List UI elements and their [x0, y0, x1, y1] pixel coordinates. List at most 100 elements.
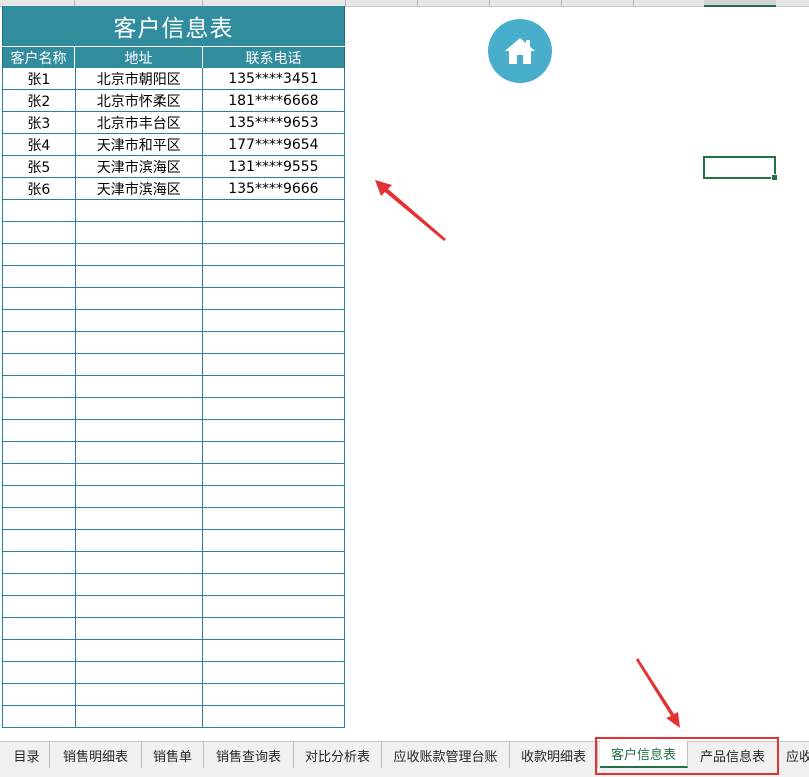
- empty-cell[interactable]: [3, 354, 75, 375]
- sheet-tab-receivables-partial[interactable]: 应收: [786, 742, 809, 768]
- empty-cell[interactable]: [3, 398, 75, 419]
- cell-address[interactable]: 天津市滨海区: [74, 156, 202, 177]
- empty-cell[interactable]: [3, 618, 75, 639]
- empty-cell[interactable]: [74, 508, 202, 529]
- empty-cell[interactable]: [201, 662, 344, 683]
- empty-cell[interactable]: [201, 574, 344, 595]
- sheet-tab-receipt-detail[interactable]: 收款明细表: [510, 742, 598, 768]
- cell-phone[interactable]: 177****9654: [201, 134, 344, 155]
- empty-cell[interactable]: [3, 574, 75, 595]
- empty-cell[interactable]: [201, 310, 344, 331]
- empty-cell[interactable]: [201, 288, 344, 309]
- sheet-tab-sales-detail[interactable]: 销售明细表: [50, 742, 142, 768]
- empty-cell[interactable]: [74, 310, 202, 331]
- cell-customer-name[interactable]: 张1: [3, 68, 75, 89]
- header-customer-name[interactable]: 客户名称: [2, 47, 74, 68]
- cell-phone[interactable]: 135****9666: [201, 178, 344, 199]
- cell-customer-name[interactable]: 张5: [3, 156, 75, 177]
- empty-cell[interactable]: [74, 244, 202, 265]
- empty-cell[interactable]: [3, 376, 75, 397]
- empty-cell[interactable]: [201, 420, 344, 441]
- empty-cell[interactable]: [201, 618, 344, 639]
- cell-address[interactable]: 天津市和平区: [74, 134, 202, 155]
- empty-cell[interactable]: [201, 200, 344, 221]
- empty-cell[interactable]: [74, 662, 202, 683]
- empty-cell[interactable]: [74, 288, 202, 309]
- empty-cell[interactable]: [74, 266, 202, 287]
- cell-customer-name[interactable]: 张2: [3, 90, 75, 111]
- empty-cell[interactable]: [201, 706, 344, 727]
- sheet-tab-receivables-ledger[interactable]: 应收账款管理台账: [382, 742, 510, 768]
- home-button[interactable]: [488, 19, 552, 83]
- sheet-tab-sales-order[interactable]: 销售单: [142, 742, 204, 768]
- empty-cell[interactable]: [3, 552, 75, 573]
- empty-cell[interactable]: [3, 442, 75, 463]
- empty-cell[interactable]: [201, 244, 344, 265]
- empty-cell[interactable]: [201, 222, 344, 243]
- empty-cell[interactable]: [201, 552, 344, 573]
- cell-address[interactable]: 北京市怀柔区: [74, 90, 202, 111]
- empty-cell[interactable]: [3, 486, 75, 507]
- empty-cell[interactable]: [74, 222, 202, 243]
- empty-cell[interactable]: [3, 640, 75, 661]
- empty-cell[interactable]: [3, 530, 75, 551]
- cell-customer-name[interactable]: 张6: [3, 178, 75, 199]
- empty-cell[interactable]: [201, 508, 344, 529]
- empty-cell[interactable]: [3, 244, 75, 265]
- empty-cell[interactable]: [201, 442, 344, 463]
- empty-cell[interactable]: [3, 596, 75, 617]
- cell-address[interactable]: 北京市丰台区: [74, 112, 202, 133]
- cell-phone[interactable]: 181****6668: [201, 90, 344, 111]
- cell-address[interactable]: 天津市滨海区: [74, 178, 202, 199]
- empty-cell[interactable]: [3, 706, 75, 727]
- empty-cell[interactable]: [201, 530, 344, 551]
- empty-cell[interactable]: [74, 376, 202, 397]
- empty-cell[interactable]: [74, 200, 202, 221]
- empty-cell[interactable]: [3, 266, 75, 287]
- empty-cell[interactable]: [74, 640, 202, 661]
- empty-cell[interactable]: [74, 574, 202, 595]
- empty-cell[interactable]: [74, 398, 202, 419]
- empty-cell[interactable]: [201, 354, 344, 375]
- empty-cell[interactable]: [201, 266, 344, 287]
- selected-cell[interactable]: [703, 156, 778, 181]
- empty-cell[interactable]: [74, 684, 202, 705]
- active-column-header[interactable]: [704, 0, 776, 7]
- sheet-tab-sales-query[interactable]: 销售查询表: [204, 742, 294, 768]
- empty-cell[interactable]: [3, 222, 75, 243]
- cell-customer-name[interactable]: 张4: [3, 134, 75, 155]
- empty-cell[interactable]: [201, 596, 344, 617]
- empty-cell[interactable]: [74, 530, 202, 551]
- empty-cell[interactable]: [74, 442, 202, 463]
- fill-handle[interactable]: [771, 174, 778, 181]
- empty-cell[interactable]: [201, 464, 344, 485]
- empty-cell[interactable]: [74, 332, 202, 353]
- header-address[interactable]: 地址: [74, 47, 202, 68]
- cell-phone[interactable]: 131****9555: [201, 156, 344, 177]
- header-phone[interactable]: 联系电话: [202, 47, 345, 68]
- cell-phone[interactable]: 135****9653: [201, 112, 344, 133]
- empty-cell[interactable]: [3, 332, 75, 353]
- empty-cell[interactable]: [74, 552, 202, 573]
- cell-customer-name[interactable]: 张3: [3, 112, 75, 133]
- cell-phone[interactable]: 135****3451: [201, 68, 344, 89]
- empty-cell[interactable]: [74, 486, 202, 507]
- empty-cell[interactable]: [201, 398, 344, 419]
- empty-cell[interactable]: [3, 662, 75, 683]
- empty-cell[interactable]: [3, 508, 75, 529]
- empty-cell[interactable]: [201, 486, 344, 507]
- empty-cell[interactable]: [74, 706, 202, 727]
- sheet-tab-comparison[interactable]: 对比分析表: [294, 742, 382, 768]
- empty-cell[interactable]: [3, 420, 75, 441]
- empty-cell[interactable]: [3, 288, 75, 309]
- empty-cell[interactable]: [74, 618, 202, 639]
- empty-cell[interactable]: [201, 640, 344, 661]
- empty-cell[interactable]: [201, 684, 344, 705]
- sheet-tab-index[interactable]: 目录: [4, 742, 50, 768]
- empty-cell[interactable]: [74, 464, 202, 485]
- empty-cell[interactable]: [74, 354, 202, 375]
- cell-address[interactable]: 北京市朝阳区: [74, 68, 202, 89]
- empty-cell[interactable]: [3, 200, 75, 221]
- empty-cell[interactable]: [3, 684, 75, 705]
- empty-cell[interactable]: [74, 596, 202, 617]
